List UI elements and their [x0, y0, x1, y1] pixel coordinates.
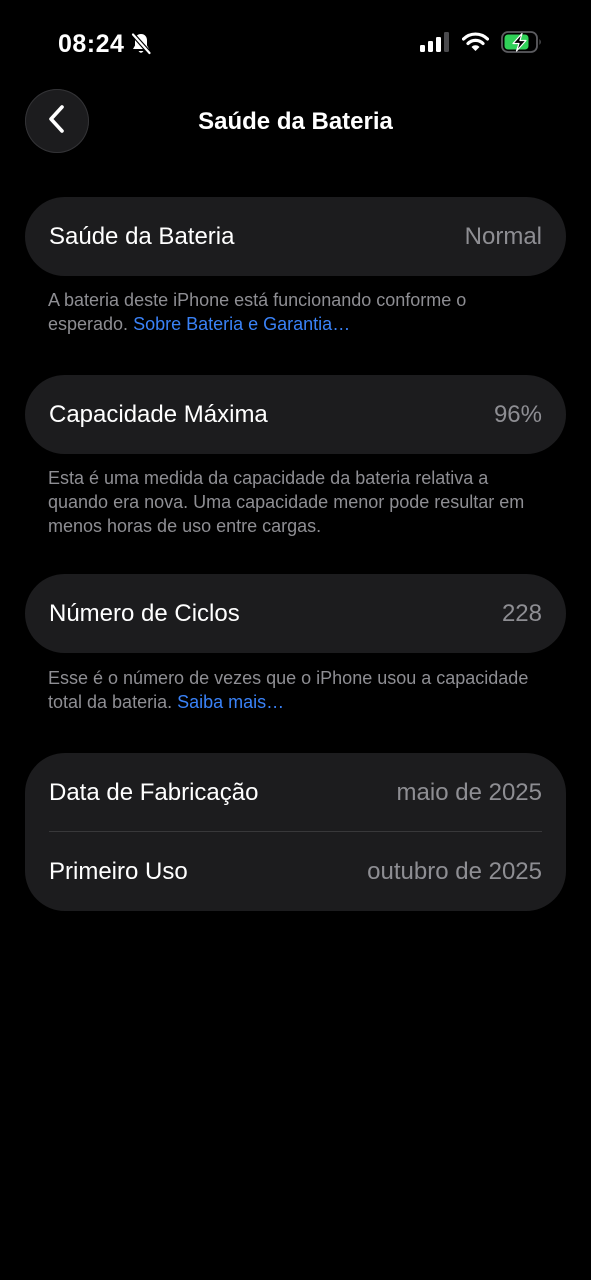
wifi-icon — [461, 31, 490, 57]
status-time: 08:24 — [58, 29, 125, 58]
manufacture-date-value: maio de 2025 — [396, 778, 542, 806]
battery-health-label: Saúde da Bateria — [49, 222, 235, 250]
battery-health-row: Saúde da Bateria Normal — [25, 197, 566, 276]
signal-icon — [420, 31, 450, 57]
first-use-value: outubro de 2025 — [367, 857, 542, 885]
first-use-row: Primeiro Uso outubro de 2025 — [25, 832, 566, 911]
cycle-count-footnote-text: Esse é o número de vezes que o iPhone us… — [48, 668, 529, 712]
battery-warranty-link[interactable]: Sobre Bateria e Garantia… — [133, 314, 350, 334]
cycle-count-card: Número de Ciclos 228 — [25, 574, 566, 653]
manufacture-date-label: Data de Fabricação — [49, 778, 259, 806]
dates-card: Data de Fabricação maio de 2025 Primeiro… — [25, 753, 566, 911]
cycle-count-label: Número de Ciclos — [49, 599, 240, 627]
manufacture-date-row: Data de Fabricação maio de 2025 — [25, 753, 566, 832]
status-bar: 08:24 — [0, 0, 591, 88]
status-time-group: 08:24 — [58, 29, 153, 59]
battery-health-card: Saúde da Bateria Normal — [25, 197, 566, 276]
max-capacity-footnote: Esta é uma medida da capacidade da bater… — [48, 468, 525, 536]
page-title: Saúde da Bateria — [198, 108, 393, 135]
bell-slash-icon — [130, 32, 153, 56]
cycle-count-row: Número de Ciclos 228 — [25, 574, 566, 653]
max-capacity-row: Capacidade Máxima 96% — [25, 375, 566, 454]
cycle-count-value: 228 — [501, 599, 542, 627]
learn-more-link[interactable]: Saiba mais… — [177, 692, 284, 712]
first-use-label: Primeiro Uso — [49, 857, 188, 885]
max-capacity-label: Capacidade Máxima — [49, 400, 268, 428]
max-capacity-value: 96% — [493, 400, 542, 428]
battery-charging-icon — [501, 30, 543, 58]
battery-health-footnote: A bateria deste iPhone está funcionando … — [48, 288, 548, 336]
status-icons — [420, 30, 543, 58]
cycle-count-footnote: Esse é o número de vezes que o iPhone us… — [48, 666, 548, 714]
battery-health-value: Normal — [464, 222, 542, 250]
max-capacity-card: Capacidade Máxima 96% — [25, 375, 566, 454]
